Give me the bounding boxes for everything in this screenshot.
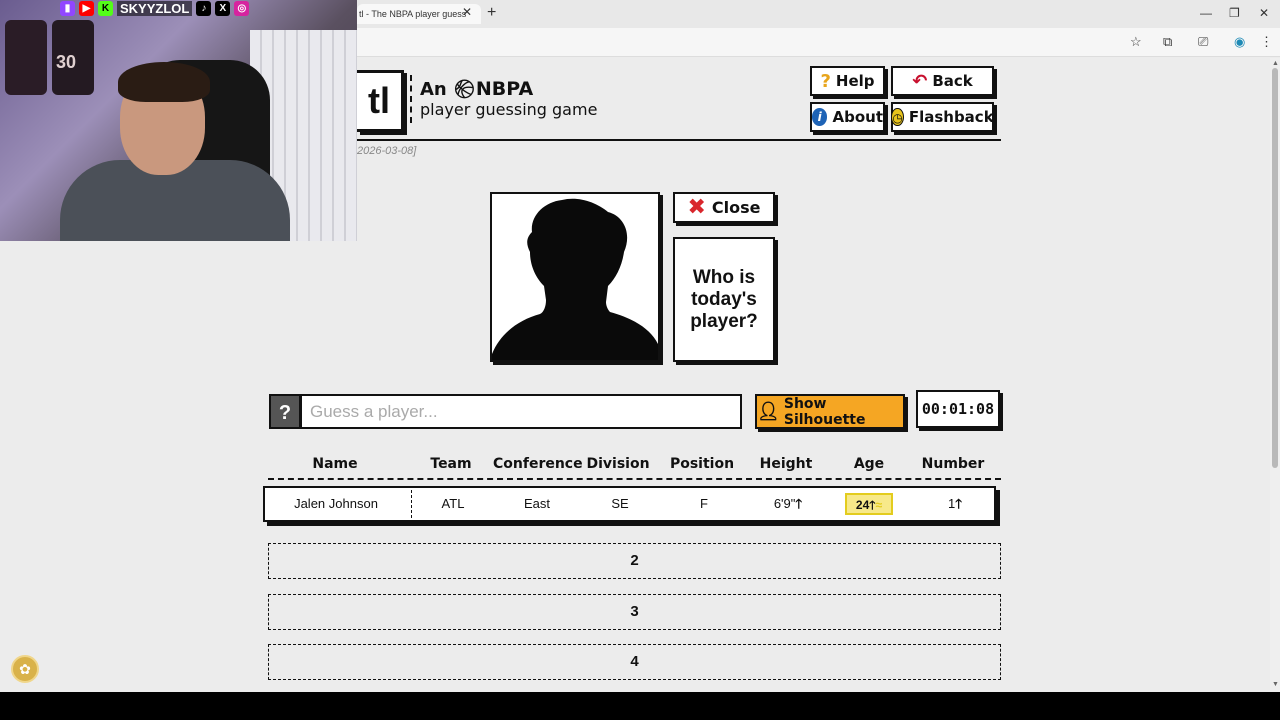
window-close-icon[interactable]: ✕	[1259, 6, 1269, 20]
close-label: Close	[711, 198, 761, 217]
instagram-icon: ◎	[234, 0, 250, 16]
profile-icon[interactable]: ◉	[1234, 34, 1245, 50]
cast-icon[interactable]: ⎚	[1198, 34, 1208, 50]
tagline-line1: An 🏀︎NBPA	[420, 78, 533, 100]
back-label: Back	[932, 72, 973, 90]
social-handles: ▮ ▶ K SKYYZLOL ♪ X ◎	[60, 0, 250, 16]
youtube-icon: ▶	[79, 0, 94, 16]
close-hint-icon: ≈	[875, 498, 883, 512]
guess-height-cell: 6'9"🡑	[746, 488, 830, 520]
basketball-icon: 🏀︎	[453, 79, 476, 100]
about-label: About	[832, 108, 883, 126]
header-rule	[357, 139, 1001, 141]
guess-age: 24	[855, 498, 870, 512]
tab-close-icon[interactable]: ✕	[462, 5, 472, 19]
guess-row: Jalen Johnson ATL East SE F 6'9"🡑 24🡑≈ 1…	[263, 486, 996, 522]
show-silhouette-label: Show Silhouette	[783, 395, 866, 428]
col-age: Age	[853, 456, 885, 472]
streamer-handle: SKYYZLOL	[117, 0, 193, 16]
background-jersey	[5, 20, 47, 95]
streamer-hair	[118, 62, 210, 102]
header-divider	[410, 75, 412, 123]
x-icon: X	[215, 0, 231, 16]
help-label: Help	[835, 72, 875, 90]
minimize-icon[interactable]: —	[1200, 6, 1212, 20]
back-button[interactable]: ↶ Back	[891, 66, 994, 96]
guess-age-cell: 24🡑≈	[845, 493, 893, 515]
empty-guess-row: 3	[268, 594, 1001, 630]
question-icon: ?	[820, 70, 831, 92]
back-arrow-icon: ↶	[912, 70, 928, 92]
player-silhouette	[490, 192, 660, 362]
help-button[interactable]: ? Help	[810, 66, 885, 96]
new-tab-icon[interactable]: +	[487, 4, 496, 22]
person-icon: 👤︎	[757, 401, 780, 422]
col-conference: Conference	[493, 456, 583, 472]
scrollbar[interactable]	[1270, 58, 1280, 692]
prompt-text: Who is today's player?	[690, 266, 758, 332]
jersey-number: 30	[56, 52, 77, 72]
about-button[interactable]: i About	[810, 102, 885, 132]
scrollbar-thumb[interactable]	[1272, 68, 1278, 468]
twitch-icon: ▮	[60, 0, 75, 16]
empty-guess-row: 2	[268, 543, 1001, 579]
info-icon: i	[812, 108, 828, 126]
close-x-icon: ✖	[687, 195, 706, 220]
tagline-prefix: An	[420, 79, 447, 100]
floating-widget-icon[interactable]: ✿	[11, 655, 39, 683]
site-logo[interactable]: tl	[357, 70, 404, 132]
guess-team: ATL	[441, 496, 465, 511]
bookmark-star-icon[interactable]: ☆	[1130, 34, 1142, 50]
show-silhouette-button[interactable]: 👤︎ Show Silhouette	[755, 394, 905, 429]
arrow-up-icon: 🡑	[955, 496, 962, 511]
extensions-icon[interactable]: ⧉	[1163, 34, 1172, 50]
col-name: Name	[312, 456, 358, 472]
col-team: Team	[430, 456, 472, 472]
guess-height: 6'9"	[773, 496, 796, 511]
silhouette-image	[492, 198, 658, 360]
table-header: Name Team Conference Division Position H…	[268, 456, 1001, 480]
date-label: 2026-03-08]	[357, 145, 417, 157]
guess-help-icon[interactable]: ?	[269, 394, 301, 429]
guess-position: F	[700, 496, 708, 511]
clock-history-icon: ◷	[891, 108, 904, 126]
arrow-up-icon: 🡑	[795, 496, 803, 511]
guess-number-cell: 1🡑	[913, 488, 997, 520]
col-position: Position	[669, 456, 735, 472]
empty-guess-row: 4	[268, 644, 1001, 680]
tagline-brand: NBPA	[475, 78, 534, 100]
kick-icon: K	[98, 0, 113, 16]
guess-name: Jalen Johnson	[294, 496, 378, 511]
flashback-button[interactable]: ◷ Flashback	[891, 102, 994, 132]
game-timer: 00:01:08	[916, 390, 1000, 428]
col-division: Division	[586, 456, 650, 472]
webcam-overlay: 30 ▮ ▶ K SKYYZLOL ♪ X ◎	[0, 0, 357, 241]
col-height: Height	[759, 456, 813, 472]
tiktok-icon: ♪	[196, 0, 212, 16]
tab-title: tl - The NBPA player guess	[359, 9, 467, 19]
scroll-up-icon[interactable]: ▲	[1272, 60, 1279, 67]
tagline-line2: player guessing game	[420, 100, 598, 119]
bottom-letterbox	[0, 692, 1280, 720]
guess-division: SE	[611, 496, 629, 511]
col-number: Number	[921, 456, 985, 472]
flashback-label: Flashback	[908, 108, 994, 126]
prompt-card: Who is today's player?	[673, 237, 775, 362]
menu-icon[interactable]: ⋮	[1260, 34, 1273, 50]
guess-conference: East	[523, 496, 550, 511]
guess-input[interactable]	[300, 394, 742, 429]
close-button[interactable]: ✖ Close	[673, 192, 775, 223]
scroll-down-icon[interactable]: ▼	[1272, 681, 1279, 688]
restore-icon[interactable]: ❐	[1229, 6, 1240, 20]
